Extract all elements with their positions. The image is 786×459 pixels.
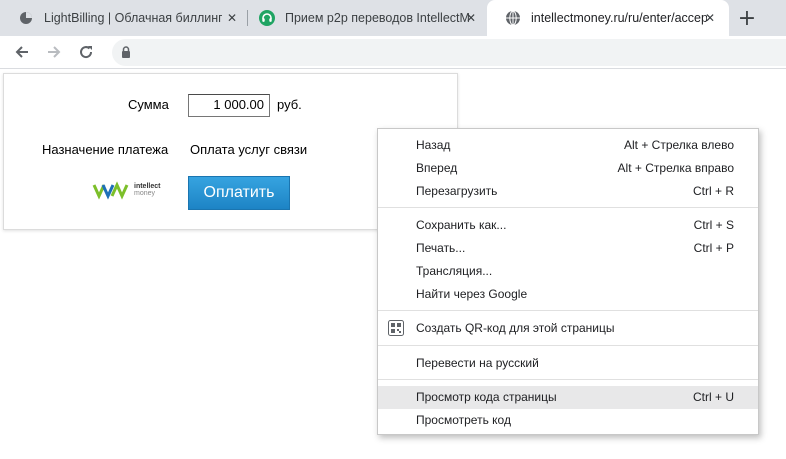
tab-intellectmoney[interactable]: intellectmoney.ru/ru/enter/accep ✕ xyxy=(487,0,729,36)
menu-item-reload[interactable]: Перезагрузить Ctrl + R xyxy=(378,180,758,203)
menu-item-label: Создать QR-код для этой страницы xyxy=(416,321,615,335)
address-bar[interactable] xyxy=(112,39,786,66)
logo-text-line1: intellect xyxy=(134,183,161,190)
menu-separator xyxy=(378,379,758,380)
tab-title: LightBilling | Облачная биллинго xyxy=(44,11,222,25)
logo-text-line2: money xyxy=(134,190,156,197)
lock-icon[interactable] xyxy=(121,46,131,61)
sum-label: Сумма xyxy=(128,97,169,112)
menu-item-view-source[interactable]: Просмотр кода страницы Ctrl + U xyxy=(378,386,758,409)
purpose-value: Оплата услуг связи xyxy=(190,142,308,157)
amount-field[interactable]: 1 000.00 xyxy=(188,94,270,117)
menu-item-back[interactable]: Назад Alt + Стрелка влево xyxy=(378,134,758,157)
menu-separator xyxy=(378,310,758,311)
tab-strip: LightBilling | Облачная биллинго ✕ Прием… xyxy=(0,0,786,36)
qr-code-icon xyxy=(388,320,404,336)
tab-p2p[interactable]: Прием p2p переводов IntellectM ✕ xyxy=(241,0,487,36)
back-arrow-icon[interactable] xyxy=(10,40,34,64)
menu-item-shortcut: Ctrl + U xyxy=(692,390,734,404)
tab-lightbilling[interactable]: LightBilling | Облачная биллинго ✕ xyxy=(0,0,247,36)
menu-item-label: Трансляция... xyxy=(416,264,493,278)
new-tab-button[interactable]: + xyxy=(736,6,758,31)
menu-item-label: Вперед xyxy=(416,161,458,175)
forward-arrow-icon[interactable] xyxy=(42,40,66,64)
menu-item-print[interactable]: Печать... Ctrl + P xyxy=(378,237,758,260)
purpose-label: Назначение платежа xyxy=(42,142,169,157)
intellectmoney-logo: intellect money xyxy=(92,180,160,200)
browser-toolbar xyxy=(0,36,786,69)
pay-button[interactable]: Оплатить xyxy=(188,176,290,210)
context-menu: Назад Alt + Стрелка влево Вперед Alt + С… xyxy=(377,128,759,435)
menu-separator xyxy=(378,345,758,346)
menu-item-cast[interactable]: Трансляция... xyxy=(378,260,758,283)
menu-item-search-google[interactable]: Найти через Google xyxy=(378,283,758,306)
menu-item-translate[interactable]: Перевести на русский xyxy=(378,352,758,375)
menu-item-qr-code[interactable]: Создать QR-код для этой страницы xyxy=(378,317,758,340)
menu-item-label: Перевести на русский xyxy=(416,356,539,370)
tab-title: intellectmoney.ru/ru/enter/accep xyxy=(531,11,707,25)
menu-item-label: Сохранить как... xyxy=(416,218,507,232)
menu-item-shortcut: Alt + Стрелка вправо xyxy=(617,161,734,175)
menu-item-label: Просмотреть код xyxy=(416,413,511,427)
menu-item-shortcut: Alt + Стрелка влево xyxy=(623,138,734,152)
tab-title: Прием p2p переводов IntellectM xyxy=(285,11,470,25)
lightbilling-pie-icon xyxy=(18,10,34,26)
close-icon[interactable]: ✕ xyxy=(702,10,718,26)
close-icon[interactable]: ✕ xyxy=(224,10,240,26)
menu-item-inspect[interactable]: Просмотреть код xyxy=(378,409,758,432)
menu-item-save-as[interactable]: Сохранить как... Ctrl + S xyxy=(378,214,758,237)
menu-item-label: Перезагрузить xyxy=(416,184,498,198)
reload-icon[interactable] xyxy=(74,40,98,64)
menu-item-forward[interactable]: Вперед Alt + Стрелка вправо xyxy=(378,157,758,180)
close-icon[interactable]: ✕ xyxy=(463,10,479,26)
globe-icon xyxy=(505,10,521,26)
menu-separator xyxy=(378,207,758,208)
menu-item-shortcut: Ctrl + R xyxy=(692,184,734,198)
currency-label: руб. xyxy=(277,97,302,112)
menu-item-shortcut: Ctrl + P xyxy=(693,241,734,255)
green-headset-icon xyxy=(259,10,275,26)
menu-item-label: Печать... xyxy=(416,241,466,255)
menu-item-label: Назад xyxy=(416,138,451,152)
menu-item-label: Найти через Google xyxy=(416,287,528,301)
menu-item-shortcut: Ctrl + S xyxy=(693,218,734,232)
menu-item-label: Просмотр кода страницы xyxy=(416,390,557,404)
